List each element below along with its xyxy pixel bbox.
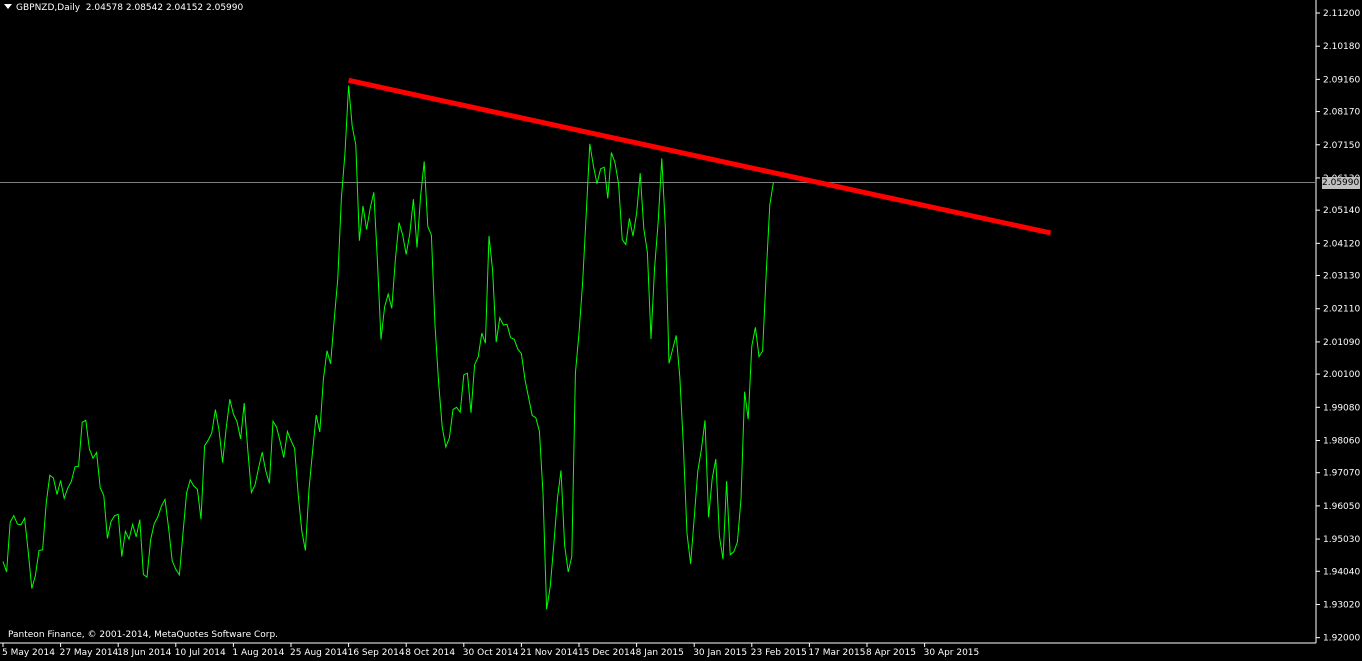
y-tick-label: 2.11200 [1323, 9, 1360, 19]
y-tick-label: 2.01090 [1323, 338, 1360, 348]
y-tick-label: 2.10180 [1323, 42, 1360, 52]
y-tick-label: 2.04120 [1323, 239, 1360, 249]
y-tick-label: 1.98060 [1323, 436, 1360, 446]
y-axis-ticks: 2.112002.101802.091602.081702.071502.061… [1316, 9, 1360, 644]
y-tick-label: 1.93020 [1323, 600, 1360, 610]
x-tick-label: 23 Feb 2015 [751, 648, 807, 658]
x-axis-ticks: 5 May 2014 27 May 201418 Jun 2014 10 Jul 2… [2, 643, 979, 658]
y-tick-label: 1.96050 [1323, 502, 1360, 512]
x-tick-label: 8 Oct 2014 [405, 648, 455, 658]
y-tick-label: 1.94040 [1323, 567, 1360, 577]
y-tick-label: 1.97070 [1323, 469, 1360, 479]
x-tick-label: 25 Aug 2014 [290, 648, 348, 658]
x-tick-label: 5 May 2014 [2, 648, 55, 658]
x-tick-label: 8 Jan 2015 [636, 648, 684, 658]
x-tick-label: 30 Apr 2015 [924, 648, 980, 658]
y-tick-label: 1.95030 [1323, 535, 1360, 545]
symbol-label: GBPNZD,Daily [16, 3, 81, 13]
x-tick-label: 18 Jun 2014 [117, 648, 171, 658]
x-tick-label: 10 Jul 2014 [175, 648, 226, 658]
y-tick-label: 2.02110 [1323, 305, 1360, 315]
x-tick-label: 16 Sep 2014 [348, 648, 405, 658]
x-tick-label: 30 Oct 2014 [463, 648, 519, 658]
x-tick-label: 21 Nov 2014 [520, 648, 578, 658]
copyright-text: Panteon Finance, © 2001-2014, MetaQuotes… [8, 630, 279, 640]
y-tick-label: 1.92000 [1323, 634, 1360, 644]
x-tick-label: 30 Jan 2015 [693, 648, 747, 658]
chart-header[interactable]: GBPNZD,Daily 2.04578 2.08542 2.04152 2.0… [4, 3, 243, 13]
price-chart[interactable]: 2.112002.101802.091602.081702.071502.061… [0, 0, 1362, 661]
x-tick-label: 17 Mar 2015 [808, 648, 865, 658]
x-tick-label: 15 Dec 2014 [578, 648, 636, 658]
x-tick-label: 27 May 2014 [60, 648, 119, 658]
y-tick-label: 2.07150 [1323, 141, 1360, 151]
y-tick-label: 2.05140 [1323, 206, 1360, 216]
current-price-label: 2.05990 [1322, 177, 1360, 189]
y-tick-label: 2.00100 [1323, 370, 1360, 380]
ohlc-values: 2.04578 2.08542 2.04152 2.05990 [85, 3, 244, 13]
x-tick-label: 1 Aug 2014 [232, 648, 284, 658]
y-tick-label: 2.03130 [1323, 272, 1360, 282]
x-tick-label: 8 Apr 2015 [866, 648, 916, 658]
y-tick-label: 2.09160 [1323, 75, 1360, 85]
plot-area [0, 0, 1316, 643]
dropdown-triangle-icon[interactable] [4, 4, 12, 9]
y-tick-label: 2.08170 [1323, 108, 1360, 118]
y-tick-label: 1.99080 [1323, 403, 1360, 413]
